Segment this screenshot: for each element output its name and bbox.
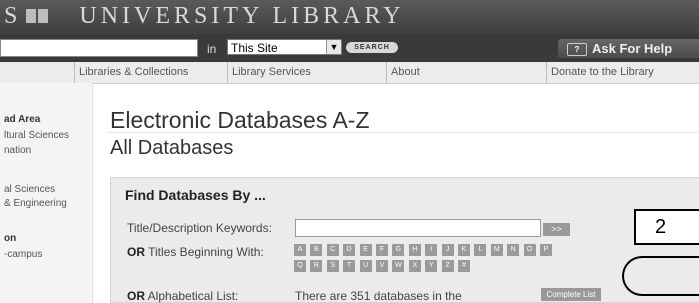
find-databases-panel: Find Databases By ... Title/Description … <box>110 177 699 303</box>
sidebar-link[interactable]: al Sciences <box>4 184 55 195</box>
complete-list-button[interactable]: Complete List <box>541 288 601 301</box>
letter-button-c[interactable]: C <box>326 244 339 256</box>
book-icon <box>26 9 48 23</box>
letter-button-m[interactable]: M <box>490 244 503 256</box>
library-name: UNIVERSITY LIBRARY <box>79 3 405 29</box>
chat-bubble-icon: ? <box>567 43 587 56</box>
letter-button-z[interactable]: Z <box>441 260 454 272</box>
keyword-submit-button[interactable]: >> <box>543 223 570 236</box>
letter-button-p[interactable]: P <box>540 244 552 256</box>
main-nav: Libraries & Collections Library Services… <box>0 62 699 84</box>
sidebar: ad Area ltural Sciences nation al Scienc… <box>0 83 93 303</box>
sidebar-link[interactable]: ltural Sciences <box>4 130 69 141</box>
page-title: Electronic Databases A-Z <box>110 107 370 133</box>
letter-button-o[interactable]: O <box>523 244 536 256</box>
panel-title: Find Databases By ... <box>125 187 266 203</box>
letter-button-q[interactable]: Q <box>294 260 306 272</box>
sidebar-heading: on <box>4 233 17 244</box>
letter-button-d[interactable]: D <box>343 244 356 256</box>
library-logo[interactable]: S UNIVERSITY LIBRARY <box>4 3 404 30</box>
sidebar-heading: ad Area <box>4 114 41 125</box>
letter-button-l[interactable]: L <box>474 244 487 256</box>
chevron-down-icon[interactable]: ▼ <box>326 40 341 54</box>
sidebar-link[interactable]: & Engineering <box>4 198 67 209</box>
title-divider <box>108 132 699 133</box>
annotation-callout: 2 <box>634 209 699 245</box>
letter-button-b[interactable]: B <box>310 244 323 256</box>
or-label: OR <box>127 289 145 303</box>
sidebar-link[interactable]: nation <box>4 145 31 156</box>
search-scope-select[interactable]: This Site ▼ <box>227 39 342 55</box>
database-count-text: There are 351 databases in the <box>295 289 462 303</box>
keyword-label: Title/Description Keywords: <box>127 221 272 235</box>
titles-beginning-label: OR Titles Beginning With: <box>127 245 264 259</box>
letter-button-y[interactable]: Y <box>425 260 438 272</box>
nav-item-services[interactable]: Library Services <box>227 62 386 83</box>
letter-button-t[interactable]: T <box>343 260 356 272</box>
logo-initial: S <box>4 3 22 29</box>
alpha-label: Alphabetical List: <box>147 289 239 303</box>
annotation-circle <box>622 256 699 296</box>
letter-button-x[interactable]: X <box>408 260 421 272</box>
letter-button-n[interactable]: N <box>507 244 520 256</box>
alphabetical-label: OR Alphabetical List: <box>127 289 238 303</box>
letter-button-g[interactable]: G <box>392 244 405 256</box>
site-header: S UNIVERSITY LIBRARY <box>0 0 699 34</box>
letter-button-v[interactable]: V <box>376 260 388 272</box>
nav-item-libraries[interactable]: Libraries & Collections <box>74 62 227 83</box>
letter-button-e[interactable]: E <box>359 244 372 256</box>
search-button[interactable]: SEARCH <box>346 42 398 53</box>
letter-button-j[interactable]: J <box>441 244 454 256</box>
titles-label: Titles Beginning With: <box>148 245 264 259</box>
or-label: OR <box>127 245 145 259</box>
page-subtitle: All Databases <box>110 137 234 159</box>
letter-button-a[interactable]: A <box>294 244 306 256</box>
keyword-input[interactable] <box>295 219 541 237</box>
letter-button-i[interactable]: I <box>425 244 438 256</box>
search-bar: in This Site ▼ SEARCH ? Ask For Help <box>0 34 699 62</box>
letter-button-u[interactable]: U <box>359 260 372 272</box>
letter-button-w[interactable]: W <box>392 260 405 272</box>
scope-in-label: in <box>207 42 217 56</box>
ask-for-help-button[interactable]: ? Ask For Help <box>558 39 699 58</box>
letter-button-k[interactable]: K <box>458 244 470 256</box>
letter-button-f[interactable]: F <box>376 244 388 256</box>
letter-button-r[interactable]: R <box>310 260 323 272</box>
sidebar-link[interactable]: -campus <box>4 249 42 260</box>
scope-value: This Site <box>231 41 278 55</box>
nav-item-donate[interactable]: Donate to the Library <box>546 62 699 83</box>
ask-for-help-label: Ask For Help <box>592 41 673 56</box>
search-input[interactable] <box>0 39 198 57</box>
letter-button-s[interactable]: S <box>326 260 339 272</box>
nav-item-about[interactable]: About <box>386 62 546 83</box>
letter-button-h[interactable]: H <box>408 244 421 256</box>
letter-button-number[interactable]: # <box>458 260 470 272</box>
